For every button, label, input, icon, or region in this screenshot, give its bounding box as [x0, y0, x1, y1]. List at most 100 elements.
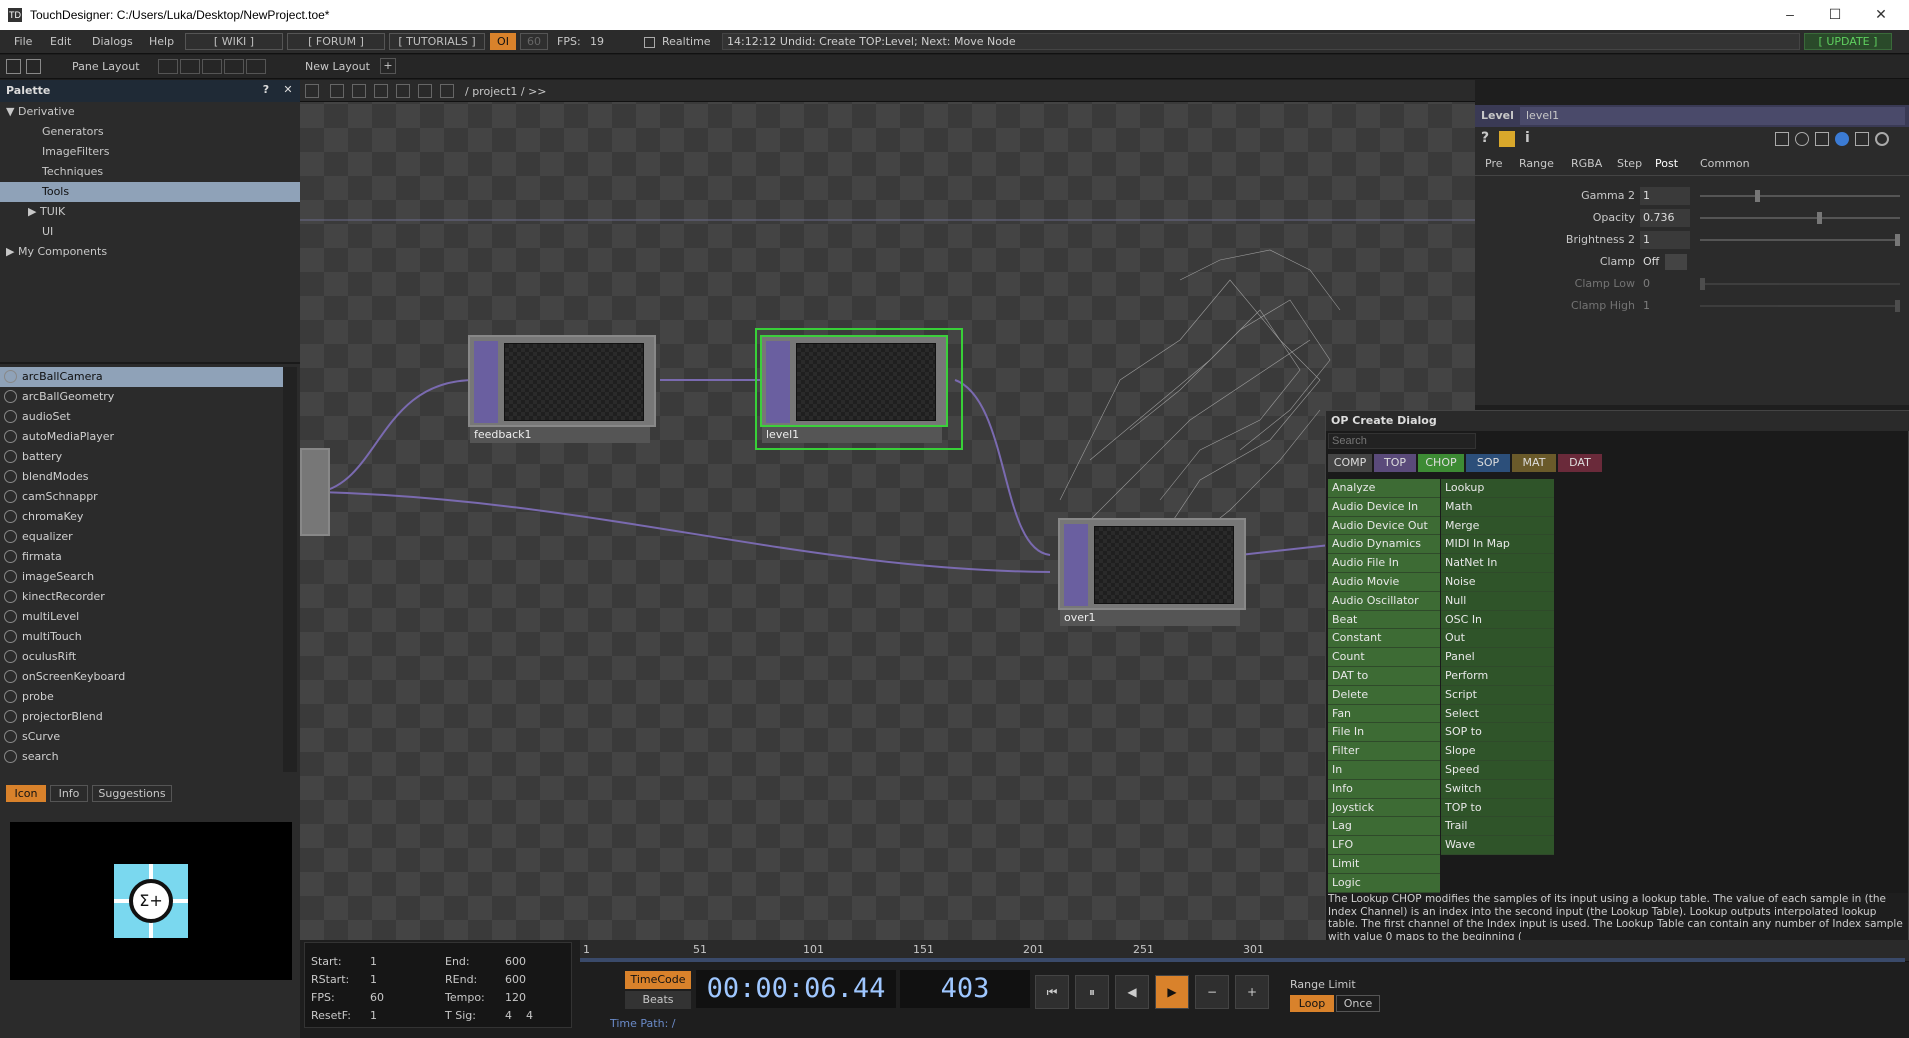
slider[interactable] — [1700, 239, 1900, 241]
op-item[interactable]: Merge — [1441, 516, 1554, 536]
info-icon[interactable]: i — [1525, 130, 1530, 146]
list-item[interactable]: battery — [0, 447, 283, 467]
oi-toggle[interactable]: OI — [490, 33, 516, 50]
list-item[interactable]: arcBallCamera — [0, 367, 283, 387]
op-item[interactable]: Speed — [1441, 760, 1554, 780]
op-item[interactable]: Noise — [1441, 572, 1554, 592]
op-item[interactable]: Constant — [1328, 629, 1440, 649]
tab-post[interactable]: Post — [1655, 157, 1678, 170]
timecode-button[interactable]: TimeCode — [625, 971, 691, 989]
op-item[interactable]: Fan — [1328, 704, 1440, 724]
realtime-checkbox[interactable] — [644, 37, 655, 48]
tree-item-derivative[interactable]: ▼ Derivative — [0, 102, 300, 122]
timecode-display[interactable]: 00:00:06.44 — [696, 970, 896, 1008]
list-item[interactable]: autoMediaPlayer — [0, 427, 283, 447]
op-item[interactable]: Count — [1328, 648, 1440, 667]
close-button[interactable]: ✕ — [1866, 6, 1896, 23]
op-item[interactable]: Switch — [1441, 779, 1554, 799]
list-item[interactable]: projectorBlend — [0, 707, 283, 727]
tree-item-my-components[interactable]: ▶ My Components — [0, 242, 300, 262]
play-backward-button[interactable]: ◀ — [1115, 975, 1149, 1009]
op-item[interactable]: Joystick — [1328, 798, 1440, 818]
op-item[interactable]: Audio Device Out — [1328, 516, 1440, 536]
op-item[interactable]: Wave — [1441, 836, 1554, 855]
layout-single-button[interactable] — [158, 59, 178, 74]
tutorials-button[interactable]: [ TUTORIALS ] — [389, 33, 485, 50]
list-item[interactable]: blendModes — [0, 467, 283, 487]
op-item[interactable]: TOP to — [1441, 798, 1554, 818]
list-item[interactable]: oculusRift — [0, 647, 283, 667]
tree-item-tools[interactable]: Tools — [0, 182, 300, 202]
partial-node[interactable] — [300, 448, 330, 536]
tool-list-scrollbar[interactable] — [283, 367, 297, 772]
list-item[interactable]: multiLevel — [0, 607, 283, 627]
op-item[interactable]: Filter — [1328, 742, 1440, 761]
op-search-input[interactable] — [1328, 433, 1476, 449]
list-item[interactable]: probe — [0, 687, 283, 707]
timeline-range-bar[interactable] — [580, 958, 1905, 962]
list-item[interactable]: multiTouch — [0, 627, 283, 647]
list-item[interactable]: audioSet — [0, 407, 283, 427]
op-item[interactable]: Audio Oscillator — [1328, 591, 1440, 611]
op-item[interactable]: File In — [1328, 723, 1440, 743]
menu-help[interactable]: Help — [149, 35, 174, 48]
tab-common[interactable]: Common — [1700, 157, 1750, 170]
op-item[interactable]: Trail — [1441, 817, 1554, 837]
collapse-arrow-icon[interactable]: ▼ — [6, 105, 14, 118]
slider[interactable] — [1700, 217, 1900, 219]
tab-dat[interactable]: DAT — [1558, 454, 1602, 472]
op-item[interactable]: In — [1328, 760, 1440, 780]
op-item[interactable]: NatNet In — [1441, 554, 1554, 573]
op-item[interactable]: Null — [1441, 591, 1554, 611]
python-globe-icon[interactable] — [1835, 132, 1849, 146]
tree-item-ui[interactable]: UI — [0, 222, 300, 242]
tree-item-techniques[interactable]: Techniques — [0, 162, 300, 182]
step-back-button[interactable]: − — [1195, 975, 1229, 1009]
target-icon[interactable] — [1875, 132, 1889, 146]
layout-split-h-button[interactable] — [202, 59, 222, 74]
op-item[interactable]: Delete — [1328, 685, 1440, 705]
tab-icon[interactable]: Icon — [6, 785, 46, 802]
op-item[interactable]: Script — [1441, 685, 1554, 705]
expand-arrow-icon[interactable]: ▶ — [6, 245, 14, 258]
layout-split-v-button[interactable] — [180, 59, 200, 74]
palette-help-button[interactable]: ? — [258, 83, 274, 96]
menu-file[interactable]: File — [14, 35, 32, 48]
slider[interactable] — [1700, 305, 1900, 307]
op-item[interactable]: Panel — [1441, 648, 1554, 667]
op-item[interactable]: Out — [1441, 629, 1554, 649]
tab-pre[interactable]: Pre — [1485, 157, 1503, 170]
node-flags[interactable] — [1064, 524, 1088, 606]
tab-range[interactable]: Range — [1519, 157, 1554, 170]
slider-knob[interactable] — [1754, 190, 1760, 202]
time-path[interactable]: Time Path: / — [610, 1017, 676, 1030]
node-feedback1[interactable]: feedback1 — [468, 335, 656, 443]
op-item[interactable]: Audio File In — [1328, 554, 1440, 573]
op-item[interactable]: Audio Device In — [1328, 497, 1440, 517]
op-item[interactable]: Beat — [1328, 610, 1440, 630]
op-item[interactable]: Limit — [1328, 854, 1440, 874]
node-label[interactable]: over1 — [1060, 610, 1240, 626]
once-button[interactable]: Once — [1336, 995, 1380, 1012]
menu-dialogs[interactable]: Dialogs — [92, 35, 133, 48]
op-item[interactable]: Slope — [1441, 742, 1554, 761]
op-item[interactable]: Logic — [1328, 873, 1440, 893]
slider-knob[interactable] — [1817, 212, 1822, 224]
minimize-button[interactable]: – — [1775, 6, 1805, 22]
slider[interactable] — [1700, 195, 1900, 197]
list-item[interactable]: firmata — [0, 547, 283, 567]
plus-icon[interactable] — [1855, 132, 1869, 146]
wiki-button[interactable]: [ WIKI ] — [185, 33, 283, 50]
tab-chop[interactable]: CHOP — [1418, 454, 1464, 472]
op-item[interactable]: Perform — [1441, 666, 1554, 686]
list-item[interactable]: onScreenKeyboard — [0, 667, 283, 687]
tab-step[interactable]: Step — [1617, 157, 1642, 170]
op-item[interactable]: Analyze — [1328, 479, 1440, 498]
tab-suggestions[interactable]: Suggestions — [92, 785, 172, 802]
node-flags[interactable] — [474, 341, 498, 423]
slider-knob[interactable] — [1895, 300, 1900, 312]
node-over1[interactable]: over1 — [1058, 518, 1246, 626]
list-item[interactable]: arcBallGeometry — [0, 387, 283, 407]
list-item[interactable]: search — [0, 747, 283, 767]
op-item[interactable]: SOP to — [1441, 723, 1554, 743]
